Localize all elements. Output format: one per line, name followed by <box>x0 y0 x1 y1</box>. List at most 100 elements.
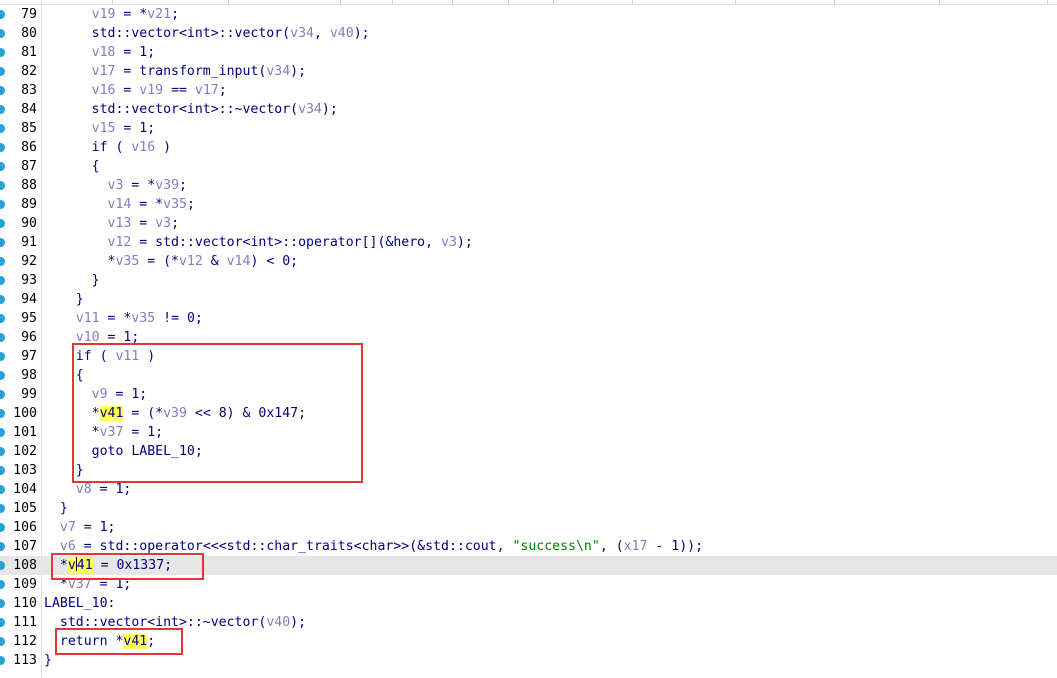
code-token: std::vector<int>::~vector( <box>44 102 299 117</box>
line-number: 104 <box>13 482 37 497</box>
code-line-105[interactable]: 105 } <box>0 499 1057 518</box>
code-text[interactable]: v15 = 1; <box>44 119 156 138</box>
variable-token[interactable]: v40 <box>266 615 290 630</box>
code-text[interactable]: v14 = *v35; <box>44 195 195 214</box>
line-number: 107 <box>13 539 37 554</box>
variable-token[interactable]: v19 <box>139 83 163 98</box>
code-text[interactable]: LABEL_10: <box>44 594 115 613</box>
variable-token[interactable]: v39 <box>155 178 179 193</box>
variable-token[interactable]: v19 <box>92 7 116 22</box>
line-number: 82 <box>21 64 37 79</box>
code-token: ); <box>290 615 307 630</box>
code-text[interactable]: v7 = 1; <box>44 518 116 537</box>
code-text[interactable]: } <box>44 651 52 670</box>
variable-token[interactable]: v12 <box>108 235 132 250</box>
code-line-79[interactable]: 79 v19 = *v21; <box>0 5 1057 24</box>
code-text[interactable]: *v35 = (*v12 & v14) < 0; <box>44 252 299 271</box>
code-token: , <box>313 26 330 41</box>
code-line-110[interactable]: 110 LABEL_10: <box>0 594 1057 613</box>
variable-token[interactable]: v15 <box>92 121 116 136</box>
variable-token[interactable]: v3 <box>441 235 457 250</box>
line-number: 79 <box>21 7 37 22</box>
line-number: 93 <box>21 273 37 288</box>
variable-token[interactable]: v16 <box>131 140 155 155</box>
code-text[interactable]: v19 = *v21; <box>44 5 179 24</box>
code-line-85[interactable]: 85 v15 = 1; <box>0 119 1057 138</box>
variable-token[interactable]: x17 <box>624 539 648 554</box>
code-line-91[interactable]: 91 v12 = std::vector<int>::operator[](&h… <box>0 233 1057 252</box>
code-text[interactable]: v12 = std::vector<int>::operator[](&hero… <box>44 233 473 252</box>
variable-token[interactable]: v14 <box>227 254 251 269</box>
code-token: = transform_input( <box>115 64 267 79</box>
code-text[interactable]: v16 = v19 == v17; <box>44 81 227 100</box>
line-number: 99 <box>21 387 37 402</box>
variable-token[interactable]: v35 <box>115 254 139 269</box>
line-number: 87 <box>21 159 37 174</box>
variable-token[interactable]: v14 <box>108 197 132 212</box>
code-line-88[interactable]: 88 v3 = *v39; <box>0 176 1057 195</box>
code-line-89[interactable]: 89 v14 = *v35; <box>0 195 1057 214</box>
line-number: 88 <box>21 178 37 193</box>
code-text[interactable]: std::vector<int>::vector(v34, v40); <box>44 24 370 43</box>
code-line-95[interactable]: 95 v11 = *v35 != 0; <box>0 309 1057 328</box>
line-number: 100 <box>13 406 37 421</box>
code-token: LABEL_10: <box>44 596 116 611</box>
code-text[interactable]: std::vector<int>::~vector(v34); <box>44 100 338 119</box>
variable-token[interactable]: v34 <box>298 102 322 117</box>
code-text[interactable]: if ( v16 ) <box>44 138 171 157</box>
variable-token[interactable]: v35 <box>131 311 155 326</box>
variable-token[interactable]: v18 <box>92 45 116 60</box>
pseudocode-editor[interactable]: 79 v19 = *v21; 80 std::vector<int>::vecto… <box>0 0 1057 678</box>
code-line-106[interactable]: 106 v7 = 1; <box>0 518 1057 537</box>
code-text[interactable]: } <box>44 271 100 290</box>
code-line-87[interactable]: 87 { <box>0 157 1057 176</box>
line-number: 96 <box>21 330 37 345</box>
variable-token[interactable]: v40 <box>330 26 354 41</box>
code-token: ; <box>171 7 180 22</box>
line-number: 110 <box>13 596 37 611</box>
code-line-86[interactable]: 86 if ( v16 ) <box>0 138 1057 157</box>
variable-token[interactable]: v3 <box>155 216 171 231</box>
code-text[interactable]: } <box>44 290 84 309</box>
variable-token[interactable]: v8 <box>76 482 92 497</box>
variable-token[interactable]: v3 <box>108 178 124 193</box>
variable-token[interactable]: v13 <box>108 216 132 231</box>
code-line-90[interactable]: 90 v13 = v3; <box>0 214 1057 233</box>
code-line-83[interactable]: 83 v16 = v19 == v17; <box>0 81 1057 100</box>
code-text[interactable]: v13 = v3; <box>44 214 180 233</box>
variable-token[interactable]: v35 <box>163 197 187 212</box>
code-line-94[interactable]: 94 } <box>0 290 1057 309</box>
variable-token[interactable]: v17 <box>92 64 116 79</box>
variable-token[interactable]: v21 <box>147 7 171 22</box>
code-line-81[interactable]: 81 v18 = 1; <box>0 43 1057 62</box>
variable-token[interactable]: v11 <box>76 311 100 326</box>
code-line-82[interactable]: 82 v17 = transform_input(v34); <box>0 62 1057 81</box>
code-text[interactable]: v18 = 1; <box>44 43 156 62</box>
variable-token[interactable]: v12 <box>179 254 203 269</box>
code-token: std::vector<int>::vector( <box>44 26 291 41</box>
code-line-80[interactable]: 80 std::vector<int>::vector(v34, v40); <box>0 24 1057 43</box>
code-text[interactable]: { <box>44 157 100 176</box>
code-token: , ( <box>599 539 624 554</box>
highlight-box-return <box>55 628 183 655</box>
code-token: ); <box>321 102 338 117</box>
variable-token[interactable]: v34 <box>290 26 314 41</box>
code-line-84[interactable]: 84 std::vector<int>::~vector(v34); <box>0 100 1057 119</box>
variable-token[interactable]: v7 <box>60 520 76 535</box>
line-number: 108 <box>13 558 37 573</box>
variable-token[interactable]: v34 <box>266 64 290 79</box>
code-text[interactable]: } <box>44 499 68 518</box>
line-number: 97 <box>21 349 37 364</box>
line-number: 81 <box>21 45 37 60</box>
variable-token[interactable]: v17 <box>195 83 219 98</box>
code-line-92[interactable]: 92 *v35 = (*v12 & v14) < 0; <box>0 252 1057 271</box>
line-number: 111 <box>13 615 37 630</box>
code-text[interactable]: v11 = *v35 != 0; <box>44 309 203 328</box>
code-text[interactable]: v17 = transform_input(v34); <box>44 62 306 81</box>
code-line-93[interactable]: 93 } <box>0 271 1057 290</box>
variable-token[interactable]: v6 <box>60 539 76 554</box>
code-text[interactable]: v3 = *v39; <box>44 176 187 195</box>
variable-token[interactable]: v16 <box>92 83 116 98</box>
